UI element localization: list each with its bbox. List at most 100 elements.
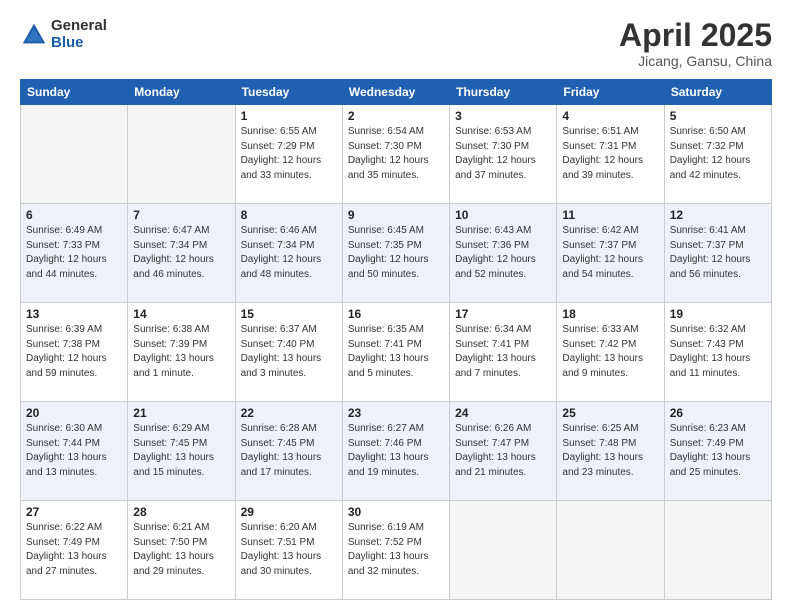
table-row: 2Sunrise: 6:54 AMSunset: 7:30 PMDaylight…	[342, 105, 449, 204]
day-number: 20	[26, 406, 122, 420]
day-number: 25	[562, 406, 658, 420]
day-info: Sunrise: 6:25 AMSunset: 7:48 PMDaylight:…	[562, 422, 658, 480]
day-info: Sunrise: 6:39 AMSunset: 7:38 PMDaylight:…	[26, 323, 122, 381]
day-info: Sunrise: 6:27 AMSunset: 7:46 PMDaylight:…	[348, 422, 444, 480]
day-info: Sunrise: 6:37 AMSunset: 7:40 PMDaylight:…	[241, 323, 337, 381]
table-row	[664, 501, 771, 600]
table-row: 10Sunrise: 6:43 AMSunset: 7:36 PMDayligh…	[450, 204, 557, 303]
day-info: Sunrise: 6:34 AMSunset: 7:41 PMDaylight:…	[455, 323, 551, 381]
day-number: 26	[670, 406, 766, 420]
day-number: 6	[26, 208, 122, 222]
table-row: 6 Sunrise: 6:49 AMSunset: 7:33 PMDaylight…	[21, 204, 128, 303]
col-friday: Friday	[557, 80, 664, 105]
table-row: 18Sunrise: 6:33 AMSunset: 7:42 PMDayligh…	[557, 303, 664, 402]
day-info: Sunrise: 6:22 AMSunset: 7:49 PMDaylight:…	[26, 521, 122, 579]
subtitle: Jicang, Gansu, China	[619, 53, 772, 69]
table-row: 17 Sunrise: 6:34 AMSunset: 7:41 PMDayligh…	[450, 303, 557, 402]
table-row: 9 Sunrise: 6:45 AMSunset: 7:35 PMDaylight…	[342, 204, 449, 303]
day-info: Sunrise: 6:28 AMSunset: 7:45 PMDaylight:…	[241, 422, 337, 480]
day-number: 23	[348, 406, 444, 420]
day-number: 22	[241, 406, 337, 420]
logo-icon	[20, 21, 48, 49]
table-row: 23 Sunrise: 6:27 AMSunset: 7:46 PMDayligh…	[342, 402, 449, 501]
day-info: Sunrise: 6:41 AMSunset: 7:37 PMDaylight:…	[670, 224, 766, 282]
table-row: 19 Sunrise: 6:32 AMSunset: 7:43 PMDayligh…	[664, 303, 771, 402]
table-row: 20 Sunrise: 6:30 AMSunset: 7:44 PMDayligh…	[21, 402, 128, 501]
table-row: 11 Sunrise: 6:42 AMSunset: 7:37 PMDayligh…	[557, 204, 664, 303]
table-row: 4 Sunrise: 6:51 AMSunset: 7:31 PMDaylight…	[557, 105, 664, 204]
header: General Blue April 2025 Jicang, Gansu, C…	[20, 18, 772, 69]
day-info: Sunrise: 6:30 AMSunset: 7:44 PMDaylight:…	[26, 422, 122, 480]
day-info: Sunrise: 6:51 AMSunset: 7:31 PMDaylight:…	[562, 125, 658, 183]
logo-text: General Blue	[51, 18, 107, 51]
day-number: 28	[133, 505, 229, 519]
day-info: Sunrise: 6:38 AMSunset: 7:39 PMDaylight:…	[133, 323, 229, 381]
day-number: 29	[241, 505, 337, 519]
calendar-header-row: Sunday Monday Tuesday Wednesday Thursday…	[21, 80, 772, 105]
day-info: Sunrise: 6:54 AMSunset: 7:30 PMDaylight:…	[348, 125, 444, 183]
col-monday: Monday	[128, 80, 235, 105]
table-row: 24 Sunrise: 6:26 AMSunset: 7:47 PMDayligh…	[450, 402, 557, 501]
calendar-table: Sunday Monday Tuesday Wednesday Thursday…	[20, 79, 772, 600]
day-number: 7	[133, 208, 229, 222]
day-info: Sunrise: 6:32 AMSunset: 7:43 PMDaylight:…	[670, 323, 766, 381]
table-row: 28 Sunrise: 6:21 AMSunset: 7:50 PMDayligh…	[128, 501, 235, 600]
day-number: 9	[348, 208, 444, 222]
table-row: 5Sunrise: 6:50 AMSunset: 7:32 PMDaylight…	[664, 105, 771, 204]
table-row: 29 Sunrise: 6:20 AMSunset: 7:51 PMDayligh…	[235, 501, 342, 600]
day-number: 15	[241, 307, 337, 321]
col-sunday: Sunday	[21, 80, 128, 105]
page: General Blue April 2025 Jicang, Gansu, C…	[0, 0, 792, 612]
day-info: Sunrise: 6:49 AMSunset: 7:33 PMDaylight:…	[26, 224, 122, 282]
table-row: 12 Sunrise: 6:41 AMSunset: 7:37 PMDayligh…	[664, 204, 771, 303]
table-row: 3 Sunrise: 6:53 AMSunset: 7:30 PMDaylight…	[450, 105, 557, 204]
table-row	[21, 105, 128, 204]
calendar-row: 20 Sunrise: 6:30 AMSunset: 7:44 PMDayligh…	[21, 402, 772, 501]
table-row	[128, 105, 235, 204]
col-wednesday: Wednesday	[342, 80, 449, 105]
day-info: Sunrise: 6:55 AMSunset: 7:29 PMDaylight:…	[241, 125, 337, 183]
day-number: 4	[562, 109, 658, 123]
main-title: April 2025	[619, 18, 772, 53]
day-number: 17	[455, 307, 551, 321]
day-info: Sunrise: 6:33 AMSunset: 7:42 PMDaylight:…	[562, 323, 658, 381]
day-info: Sunrise: 6:21 AMSunset: 7:50 PMDaylight:…	[133, 521, 229, 579]
day-number: 12	[670, 208, 766, 222]
day-number: 24	[455, 406, 551, 420]
calendar-row: 13Sunrise: 6:39 AMSunset: 7:38 PMDayligh…	[21, 303, 772, 402]
table-row: 14Sunrise: 6:38 AMSunset: 7:39 PMDayligh…	[128, 303, 235, 402]
day-number: 27	[26, 505, 122, 519]
title-block: April 2025 Jicang, Gansu, China	[619, 18, 772, 69]
table-row: 8Sunrise: 6:46 AMSunset: 7:34 PMDaylight…	[235, 204, 342, 303]
table-row: 25 Sunrise: 6:25 AMSunset: 7:48 PMDayligh…	[557, 402, 664, 501]
day-info: Sunrise: 6:26 AMSunset: 7:47 PMDaylight:…	[455, 422, 551, 480]
logo-general: General	[51, 18, 107, 35]
day-number: 3	[455, 109, 551, 123]
calendar-row: 1Sunrise: 6:55 AMSunset: 7:29 PMDaylight…	[21, 105, 772, 204]
day-info: Sunrise: 6:45 AMSunset: 7:35 PMDaylight:…	[348, 224, 444, 282]
table-row: 16 Sunrise: 6:35 AMSunset: 7:41 PMDayligh…	[342, 303, 449, 402]
table-row: 22 Sunrise: 6:28 AMSunset: 7:45 PMDayligh…	[235, 402, 342, 501]
col-tuesday: Tuesday	[235, 80, 342, 105]
table-row: 13Sunrise: 6:39 AMSunset: 7:38 PMDayligh…	[21, 303, 128, 402]
day-info: Sunrise: 6:43 AMSunset: 7:36 PMDaylight:…	[455, 224, 551, 282]
day-number: 11	[562, 208, 658, 222]
day-number: 16	[348, 307, 444, 321]
logo: General Blue	[20, 18, 107, 51]
table-row: 15 Sunrise: 6:37 AMSunset: 7:40 PMDayligh…	[235, 303, 342, 402]
day-info: Sunrise: 6:46 AMSunset: 7:34 PMDaylight:…	[241, 224, 337, 282]
day-number: 19	[670, 307, 766, 321]
day-info: Sunrise: 6:35 AMSunset: 7:41 PMDaylight:…	[348, 323, 444, 381]
day-number: 5	[670, 109, 766, 123]
col-saturday: Saturday	[664, 80, 771, 105]
col-thursday: Thursday	[450, 80, 557, 105]
calendar-row: 27 Sunrise: 6:22 AMSunset: 7:49 PMDayligh…	[21, 501, 772, 600]
logo-blue: Blue	[51, 35, 107, 52]
day-info: Sunrise: 6:20 AMSunset: 7:51 PMDaylight:…	[241, 521, 337, 579]
day-info: Sunrise: 6:23 AMSunset: 7:49 PMDaylight:…	[670, 422, 766, 480]
table-row: 1Sunrise: 6:55 AMSunset: 7:29 PMDaylight…	[235, 105, 342, 204]
day-info: Sunrise: 6:53 AMSunset: 7:30 PMDaylight:…	[455, 125, 551, 183]
day-number: 21	[133, 406, 229, 420]
day-info: Sunrise: 6:19 AMSunset: 7:52 PMDaylight:…	[348, 521, 444, 579]
day-info: Sunrise: 6:42 AMSunset: 7:37 PMDaylight:…	[562, 224, 658, 282]
